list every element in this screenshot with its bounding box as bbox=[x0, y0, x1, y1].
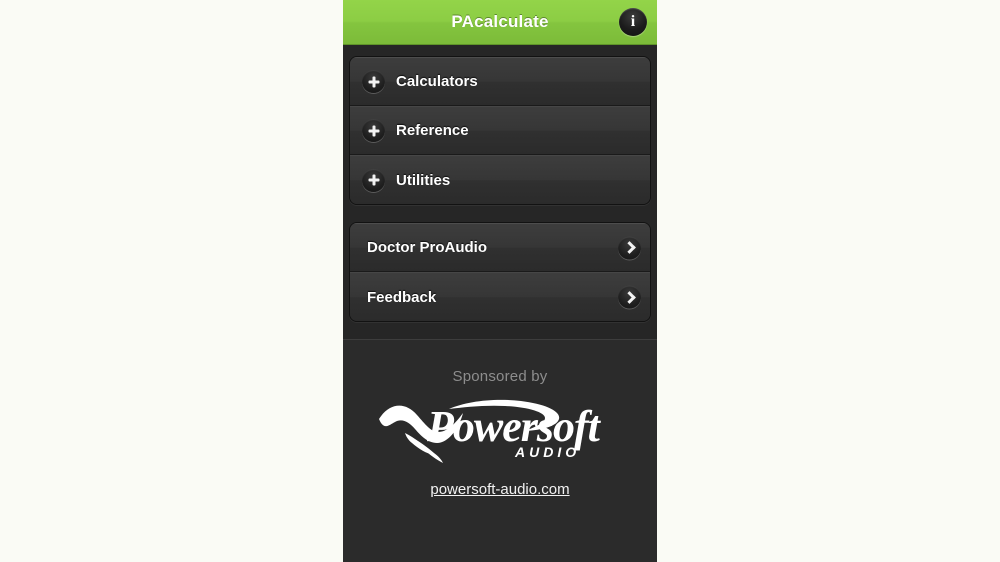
plus-icon bbox=[362, 119, 385, 142]
menu-item-label: Reference bbox=[396, 122, 469, 139]
menu-item-label: Feedback bbox=[367, 288, 437, 306]
sponsor-url-link[interactable]: powersoft-audio.com bbox=[430, 481, 569, 498]
menu-item-label: Doctor ProAudio bbox=[367, 239, 487, 256]
menu-item-utilities[interactable]: Utilities bbox=[350, 155, 650, 204]
app-header: PAcalculate i bbox=[343, 0, 657, 45]
menu-item-calculators[interactable]: Calculators bbox=[350, 57, 650, 106]
page-title: PAcalculate bbox=[451, 12, 549, 31]
chevron-right-icon bbox=[618, 285, 641, 309]
powersoft-logo-svg: Powersoft AUDIO bbox=[379, 399, 603, 463]
link-menu-group: Doctor ProAudio Feedback bbox=[349, 222, 651, 322]
sponsor-panel: Sponsored by Powersoft AUDIO powersoft-a… bbox=[343, 339, 657, 562]
app-body: Calculators Reference Utilities Doctor P… bbox=[343, 56, 657, 562]
plus-icon bbox=[362, 168, 385, 192]
expandable-menu-group: Calculators Reference Utilities bbox=[349, 56, 651, 205]
menu-item-doctor-proaudio[interactable]: Doctor ProAudio bbox=[350, 223, 650, 272]
sponsored-by-label: Sponsored by bbox=[452, 368, 548, 385]
powersoft-logo: Powersoft AUDIO bbox=[343, 391, 657, 465]
svg-text:AUDIO: AUDIO bbox=[514, 444, 580, 460]
menu-item-label: Utilities bbox=[396, 171, 451, 189]
app-window: PAcalculate i Calculators Reference Util… bbox=[343, 0, 657, 562]
info-icon: i bbox=[630, 13, 636, 30]
menu-item-feedback[interactable]: Feedback bbox=[350, 272, 650, 321]
info-button[interactable]: i bbox=[619, 8, 647, 36]
chevron-right-icon bbox=[618, 236, 641, 259]
menu-item-label: Calculators bbox=[396, 73, 478, 90]
menu-item-reference[interactable]: Reference bbox=[350, 106, 650, 155]
plus-icon bbox=[362, 70, 385, 93]
